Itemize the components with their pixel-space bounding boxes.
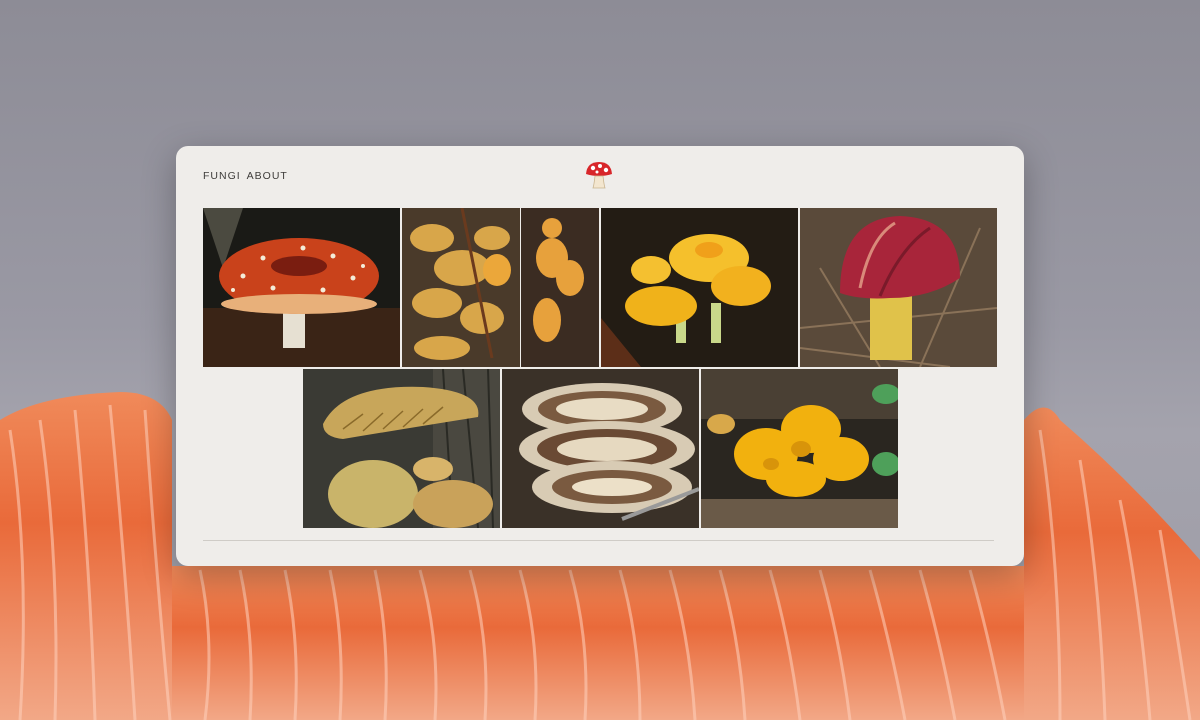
red-cap-mushroom-photo <box>800 208 997 367</box>
yellow-mushroom-photo <box>601 208 798 367</box>
photo-fly-agaric[interactable] <box>203 208 400 367</box>
photo-red-russula[interactable] <box>800 208 997 367</box>
mushroom-icon[interactable] <box>584 159 614 191</box>
top-nav: FUNGI ABOUT <box>203 170 288 182</box>
orange-fungus-photo <box>402 208 599 367</box>
turkey-tail-photo <box>502 369 699 528</box>
nav-link-about[interactable]: ABOUT <box>247 170 288 182</box>
yellow-jelly-fungus-photo <box>701 369 898 528</box>
red-mushroom-photo <box>203 208 400 367</box>
photo-gilled-bracket[interactable] <box>303 369 500 528</box>
main-card: FUNGI ABOUT <box>176 146 1024 566</box>
photo-witches-butter[interactable] <box>701 369 898 528</box>
tan-gilled-mushroom-photo <box>303 369 500 528</box>
footer-divider <box>203 540 994 541</box>
photo-yellow-waxcap[interactable] <box>601 208 798 367</box>
photo-turkey-tail[interactable] <box>502 369 699 528</box>
nav-link-fungi[interactable]: FUNGI <box>203 170 241 182</box>
photo-chanterelle-cluster[interactable] <box>402 208 599 367</box>
